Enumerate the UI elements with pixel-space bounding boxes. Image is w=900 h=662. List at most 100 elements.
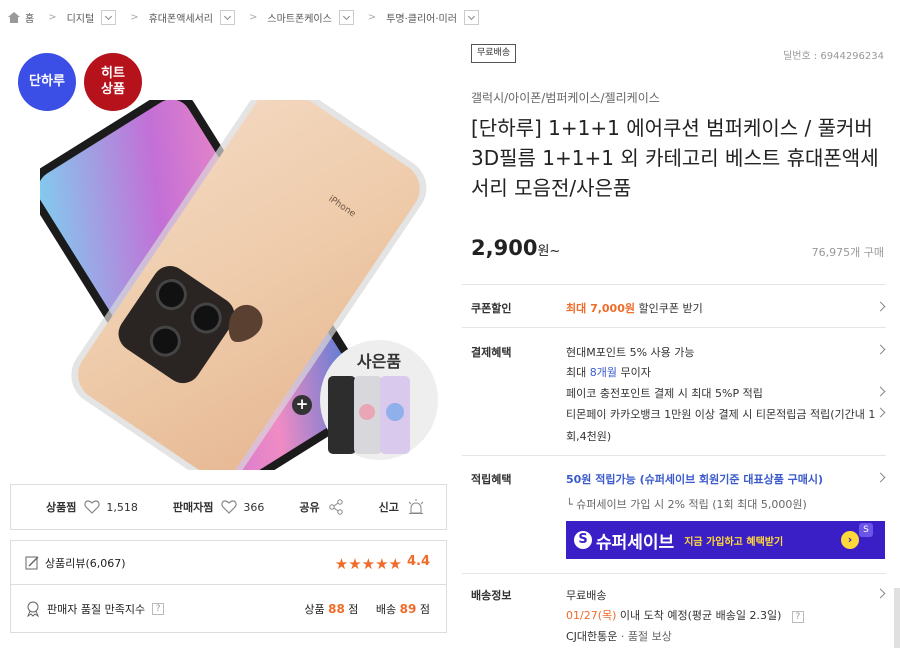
points-headline[interactable]: 50원 적립가능 (슈퍼세이브 회원기준 대표상품 구매시) (566, 471, 823, 487)
help-icon[interactable]: ? (152, 602, 165, 615)
seller-like-count: 366 (243, 500, 265, 514)
breadcrumb-label: 휴대폰액세서리 (148, 13, 213, 25)
shipping-eta-text: 이내 도착 예정(평균 배송일 2.3일) (616, 609, 782, 622)
one-day-badge-label: 단하루 (29, 73, 65, 89)
share-icon (328, 499, 343, 515)
hit-badge-line2: 상품 (101, 82, 125, 97)
breadcrumb-separator-icon: > (48, 11, 57, 23)
delivery-score: 89 (399, 602, 417, 616)
like-count: 1,518 (106, 500, 138, 514)
chevron-right-icon[interactable] (875, 588, 886, 599)
installment-post: 무이자 (617, 366, 651, 379)
breadcrumb-item-cases[interactable]: 스마트폰케이스 (267, 9, 354, 25)
product-score: 88 (328, 602, 345, 616)
product-score-label: 상품 (304, 603, 325, 616)
gift-phones-image (328, 376, 410, 454)
installment-months: 8개월 (589, 366, 617, 379)
breadcrumb-label: 스마트폰케이스 (267, 13, 332, 25)
breadcrumb-separator-icon: > (130, 11, 139, 23)
breadcrumb-item-digital[interactable]: 디지털 (66, 9, 117, 25)
breadcrumb: 홈 > 디지털 > 휴대폰액세서리 > 스마트폰케이스 > 투명·클리어·미러 (0, 0, 900, 34)
chevron-down-icon[interactable] (101, 9, 117, 25)
medal-icon (27, 601, 39, 617)
shipping-eta: 01/27(목) 이내 도착 예정(평균 배송일 2.3일) ? (566, 607, 804, 623)
report-label: 신고 (378, 501, 399, 514)
payment-line: 티몬페이 카카오뱅크 1만원 이상 결제 시 티몬적립금 적립(기간내 1 (566, 408, 876, 421)
chevron-down-icon[interactable] (463, 9, 479, 25)
coupon-label: 쿠폰할인 (471, 302, 512, 315)
divider (462, 573, 886, 574)
seller-like-label: 판매자찜 (172, 501, 214, 514)
chevron-down-icon[interactable] (220, 9, 235, 25)
supersave-corner-icon: S (859, 523, 873, 537)
heart-icon (221, 500, 237, 514)
carrier-extra: · 품절 보상 (620, 630, 672, 643)
arrow-right-icon[interactable]: › (841, 531, 859, 549)
product-stats-bar: 상품찜 1,518 판매자찜 366 공유 신고 (10, 484, 447, 530)
like-seller-button[interactable]: 판매자찜 366 (173, 499, 264, 515)
review-label: 상품리뷰(6,067) (45, 556, 126, 570)
coupon-link[interactable]: 최대 7,000원 할인쿠폰 받기 (566, 300, 703, 316)
carrier-name: CJ대한통운 (566, 630, 618, 643)
payment-line: 페이코 충전포인트 결제 시 최대 5%P 적립 (566, 387, 763, 400)
divider (462, 455, 886, 456)
supersave-banner[interactable]: S 슈퍼세이브 지금 가입하고 혜택받기 › S (566, 521, 885, 559)
product-score-unit: 점 (348, 603, 359, 616)
shipping-carrier: CJ대한통운 · 품절 보상 (566, 628, 672, 644)
payment-line: 현대M포인트 5% 사용 가능 (566, 346, 695, 359)
chevron-right-icon[interactable] (875, 472, 886, 483)
breadcrumb-separator-icon: > (367, 11, 377, 23)
payment-line-installment: 최대 8개월 무이자 (566, 364, 651, 380)
chevron-right-icon[interactable] (875, 386, 886, 397)
rating-stars: ★★★★★ (334, 555, 402, 573)
coupon-text: 할인쿠폰 받기 (638, 302, 703, 315)
coupon-amount: 최대 7,000원 (566, 302, 635, 315)
supersave-cta: 지금 가입하고 혜택받기 (684, 536, 784, 548)
chevron-down-icon[interactable] (338, 9, 354, 25)
shipping-info-label: 배송정보 (471, 589, 512, 602)
scrollbar[interactable] (894, 588, 900, 648)
points-sub: └ 슈퍼세이브 가입 시 2% 적립 (1회 최대 5,000원) (566, 498, 807, 511)
gift-circle: 사은품 (320, 340, 438, 460)
share-button[interactable]: 공유 (299, 499, 343, 515)
chevron-right-icon[interactable] (875, 301, 886, 312)
product-category[interactable]: 갤럭시/아이폰/범퍼케이스/젤리케이스 (471, 89, 660, 106)
hit-product-badge: 히트 상품 (84, 53, 142, 111)
breadcrumb-label: 디지털 (66, 13, 95, 25)
share-label: 공유 (299, 501, 320, 514)
supersave-name: 슈퍼세이브 (596, 532, 675, 553)
like-product-button[interactable]: 상품찜 1,518 (46, 499, 138, 515)
siren-icon (408, 499, 424, 514)
breadcrumb-item-accessories[interactable]: 휴대폰액세서리 (148, 9, 235, 25)
breadcrumb-item-clear[interactable]: 투명·클리어·미러 (386, 9, 479, 25)
price-unit: 원~ (537, 244, 561, 259)
free-shipping-tag: 무료배송 (471, 44, 517, 63)
like-label: 상품찜 (46, 501, 77, 514)
installment-pre: 최대 (566, 366, 590, 379)
product-review-row[interactable]: 상품리뷰(6,067) ★★★★★ 4.4 (10, 540, 447, 585)
breadcrumb-separator-icon: > (249, 11, 258, 23)
shipping-date: 01/27(목) (566, 609, 617, 622)
seller-quality-scores: 상품 88 점 배송 89 점 (304, 601, 430, 617)
chevron-right-icon[interactable] (875, 407, 886, 418)
deal-number: 딜번호 : 6944296234 (783, 51, 884, 62)
supersave-logo-icon: S (574, 531, 592, 549)
chevron-right-icon[interactable] (875, 344, 886, 355)
hit-badge-line1: 히트 (101, 65, 125, 81)
report-button[interactable]: 신고 (379, 499, 425, 515)
breadcrumb-home[interactable]: 홈 (8, 10, 34, 25)
payment-benefit-label: 결제혜택 (471, 346, 512, 359)
points-benefit-label: 적립혜택 (471, 473, 512, 486)
divider (462, 327, 886, 328)
help-icon[interactable]: ? (791, 611, 804, 623)
shipping-free: 무료배송 (566, 589, 607, 602)
seller-quality-row: 판매자 품질 만족지수 ? 상품 88 점 배송 89 점 (10, 585, 447, 633)
breadcrumb-label: 투명·클리어·미러 (386, 13, 457, 25)
heart-icon (84, 500, 101, 514)
one-day-badge: 단하루 (18, 53, 76, 111)
divider (462, 284, 886, 285)
delivery-score-unit: 점 (419, 603, 430, 616)
rating-value: 4.4 (406, 554, 430, 569)
delivery-score-label: 배송 (375, 603, 397, 616)
home-icon (8, 11, 20, 23)
